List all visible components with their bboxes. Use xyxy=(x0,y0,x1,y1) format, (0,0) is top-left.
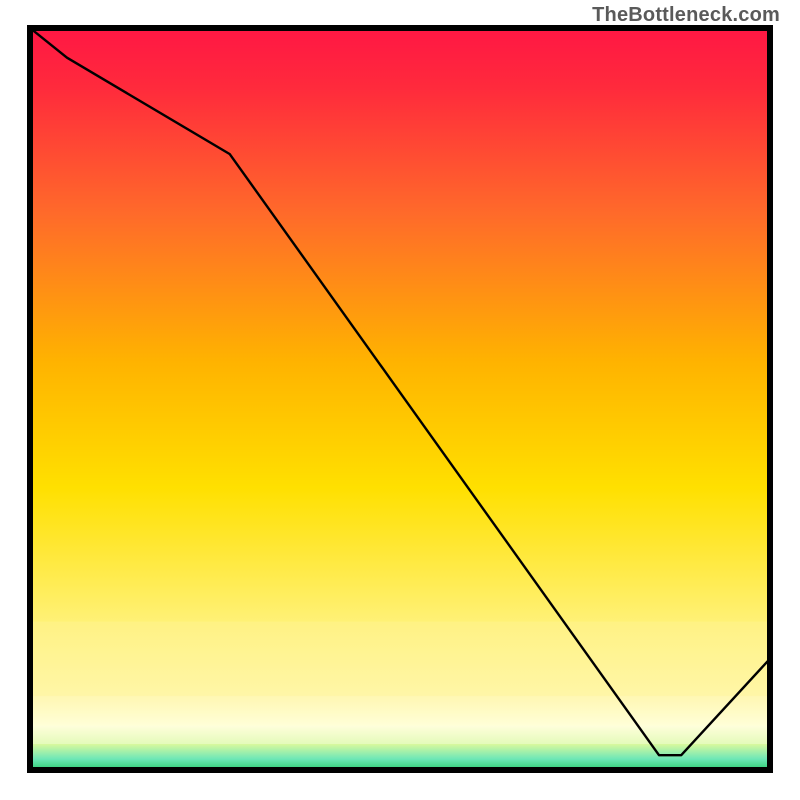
plot-area xyxy=(30,28,770,770)
chart-svg xyxy=(0,0,800,800)
chart-container: TheBottleneck.com xyxy=(0,0,800,800)
overlay-bands xyxy=(30,622,770,744)
watermark-text: TheBottleneck.com xyxy=(592,4,780,27)
